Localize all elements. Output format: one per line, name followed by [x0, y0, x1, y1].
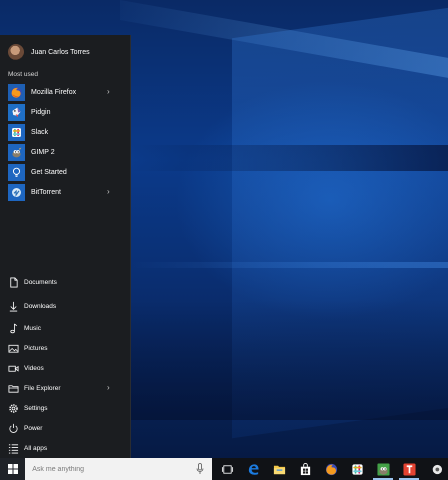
place-label: Music	[24, 324, 41, 332]
place-item-videos[interactable]: Videos	[0, 358, 131, 378]
document-icon	[8, 277, 19, 288]
task-view-icon[interactable]	[214, 458, 240, 480]
lightbulb-icon	[8, 163, 25, 181]
pidgin-icon	[8, 103, 25, 121]
slack-icon	[8, 123, 25, 141]
app-item-get-started[interactable]: Get Started	[0, 162, 131, 182]
taskbar	[0, 458, 448, 480]
app-label: Pidgin	[31, 108, 51, 116]
gimp-icon[interactable]	[370, 458, 396, 480]
place-item-documents[interactable]: Documents	[0, 270, 131, 294]
app-item-bittorrent[interactable]: BitTorrent ›	[0, 182, 131, 202]
file-explorer-icon[interactable]	[266, 458, 292, 480]
app-label: Slack	[31, 128, 49, 136]
user-account[interactable]: Juan Carlos Torres	[8, 44, 90, 60]
place-item-pictures[interactable]: Pictures	[0, 338, 131, 358]
place-item-power[interactable]: Power	[0, 418, 131, 438]
partial-app-icon[interactable]	[422, 458, 448, 480]
place-label: Videos	[24, 364, 44, 372]
chevron-right-icon[interactable]: ›	[107, 384, 115, 392]
slack-icon[interactable]	[344, 458, 370, 480]
place-label: Documents	[24, 278, 57, 286]
app-item-firefox[interactable]: Mozilla Firefox ›	[0, 82, 131, 102]
gimp-icon	[8, 143, 25, 161]
place-item-all-apps[interactable]: All apps	[0, 438, 131, 458]
place-item-file-explorer[interactable]: File Explorer ›	[0, 378, 131, 398]
store-icon[interactable]	[292, 458, 318, 480]
place-item-music[interactable]: Music	[0, 318, 131, 338]
most-used-label: Most used	[8, 71, 38, 78]
taskbar-icons	[214, 458, 448, 480]
microphone-icon[interactable]	[196, 463, 204, 475]
chevron-right-icon[interactable]: ›	[107, 188, 115, 196]
cortana-search-box[interactable]	[25, 458, 212, 480]
power-icon	[8, 423, 19, 434]
place-label: Power	[24, 424, 43, 432]
windows-logo-icon	[7, 464, 18, 474]
list-icon	[8, 443, 19, 454]
chevron-right-icon[interactable]: ›	[107, 88, 115, 96]
start-button[interactable]	[0, 458, 26, 480]
place-label: All apps	[24, 444, 48, 452]
app-label: Mozilla Firefox	[31, 88, 77, 96]
app-label: BitTorrent	[31, 188, 61, 196]
folder-icon	[8, 383, 19, 394]
avatar	[8, 44, 24, 60]
place-label: File Explorer	[24, 384, 61, 392]
app-item-pidgin[interactable]: Pidgin	[0, 102, 131, 122]
app-item-gimp[interactable]: GIMP 2	[0, 142, 131, 162]
bittorrent-icon	[8, 183, 25, 201]
edge-icon[interactable]	[240, 458, 266, 480]
firefox-icon[interactable]	[318, 458, 344, 480]
video-icon	[8, 363, 19, 374]
firefox-icon	[8, 83, 25, 101]
place-label: Settings	[24, 404, 48, 412]
picture-icon	[8, 343, 19, 354]
todoist-icon[interactable]	[396, 458, 422, 480]
places-list: Documents Downloads Music Pictures Video…	[0, 270, 131, 458]
place-label: Downloads	[24, 302, 57, 310]
app-label: GIMP 2	[31, 148, 55, 156]
app-item-slack[interactable]: Slack	[0, 122, 131, 142]
place-item-downloads[interactable]: Downloads	[0, 294, 131, 318]
download-icon	[8, 301, 19, 312]
app-label: Get Started	[31, 168, 67, 176]
place-label: Pictures	[24, 344, 48, 352]
place-item-settings[interactable]: Settings	[0, 398, 131, 418]
most-used-list: Mozilla Firefox › Pidgin Slack GIMP 2 Ge…	[0, 82, 131, 202]
music-icon	[8, 323, 19, 334]
gear-icon	[8, 403, 19, 414]
user-name: Juan Carlos Torres	[31, 48, 90, 56]
start-menu: Juan Carlos Torres Most used Mozilla Fir…	[0, 35, 131, 458]
search-input[interactable]	[32, 465, 193, 473]
